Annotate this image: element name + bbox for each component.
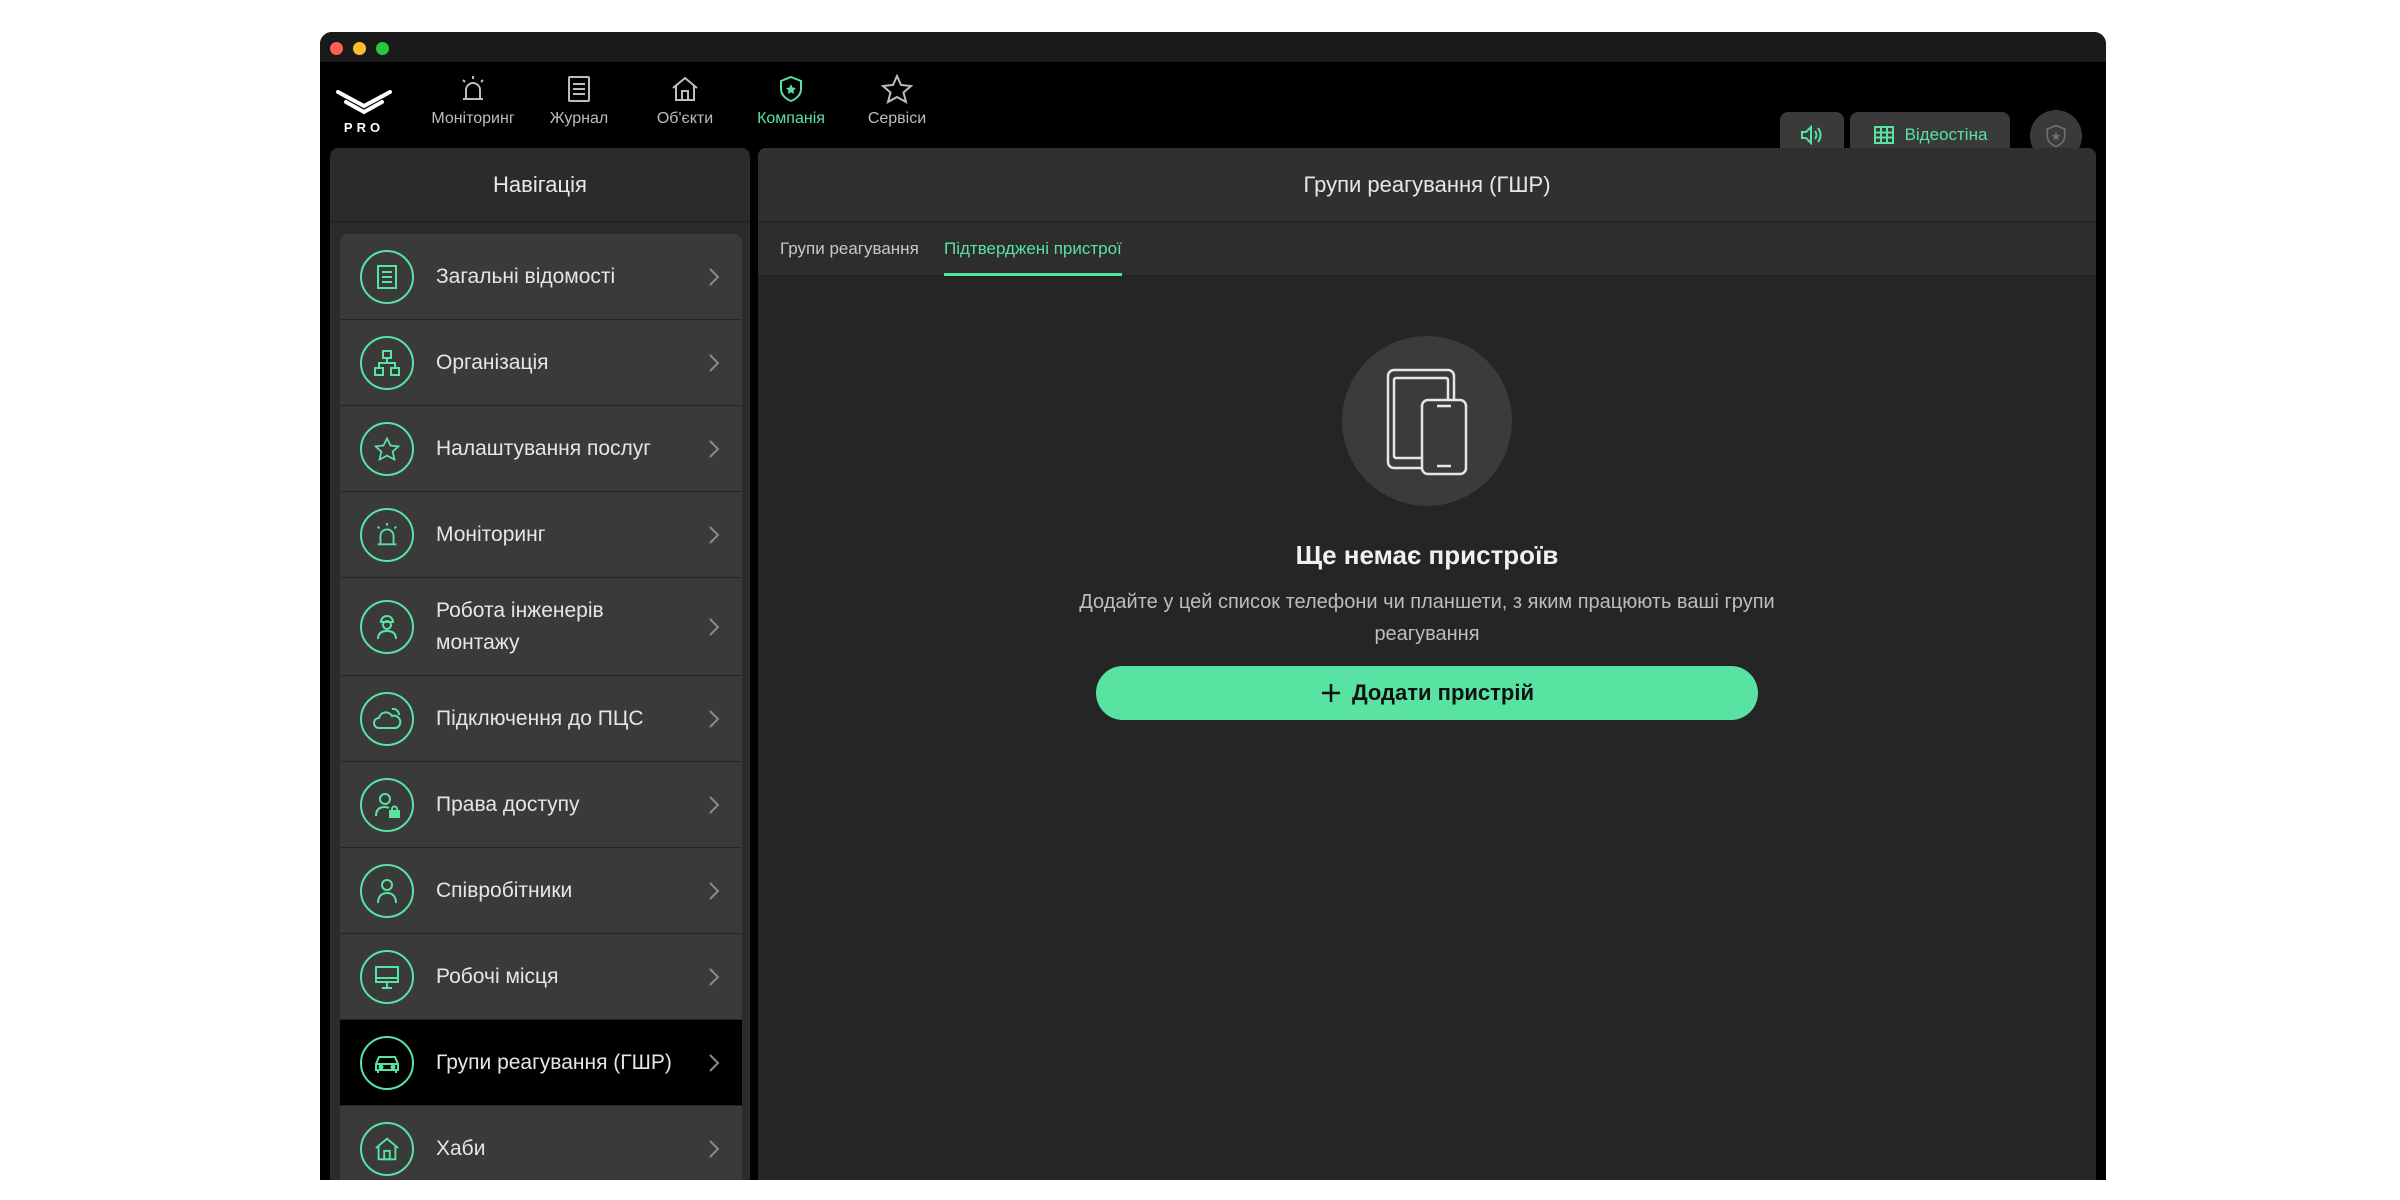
menu-item-label: Робота інженерів монтажу (436, 598, 604, 654)
app-logo: PRO (332, 84, 396, 140)
chevron-right-icon (709, 1053, 720, 1072)
nav-objects[interactable]: Об'єкти (632, 74, 738, 136)
cloud-icon (373, 707, 402, 729)
star-icon (881, 74, 913, 104)
tab-response-groups[interactable]: Групи реагування (780, 222, 919, 276)
menu-item-access-rights[interactable]: Права доступу (340, 762, 742, 848)
chevron-right-icon (709, 525, 720, 544)
chevron-right-icon (709, 709, 720, 728)
nav-company[interactable]: Компанія (738, 74, 844, 136)
maximize-window-button[interactable] (376, 42, 389, 55)
org-chart-icon (374, 349, 400, 376)
car-icon (375, 1055, 399, 1073)
menu-item-label: Групи реагування (ГШР) (436, 1050, 672, 1074)
chevron-right-icon (709, 881, 720, 900)
menu-item-label: Права доступу (436, 792, 580, 816)
navigation-panel: Навігація Загальні відомості Організація… (330, 148, 750, 1180)
logo-icon (336, 90, 392, 115)
menu-item-label: Організація (436, 350, 549, 374)
shield-star-icon (780, 75, 802, 103)
nav-services[interactable]: Сервіси (844, 74, 950, 136)
menu-item-pcs-connection[interactable]: Підключення до ПЦС (340, 676, 742, 762)
empty-state-description: Додайте у цей список телефони чи планшет… (1079, 591, 1775, 645)
plus-icon (1321, 684, 1340, 702)
title-bar (320, 32, 2106, 62)
chevron-right-icon (709, 795, 720, 814)
menu-item-installers[interactable]: Робота інженерів монтажу (340, 578, 742, 676)
menu-item-label: Моніторинг (436, 522, 546, 546)
close-window-button[interactable] (330, 42, 343, 55)
top-navigation-bar: PRO Моніторинг Журнал Об'єкти Компанія С… (320, 62, 2106, 162)
nav-label: Журнал (549, 110, 609, 127)
grid-icon (1873, 126, 1894, 144)
menu-item-label: Загальні відомості (436, 264, 616, 288)
speaker-icon (1801, 124, 1822, 146)
chevron-right-icon (709, 1139, 720, 1158)
journal-icon (568, 76, 590, 102)
engineer-icon (377, 614, 397, 639)
house-icon (672, 76, 698, 101)
menu-item-label: Хаби (436, 1136, 486, 1160)
navigation-menu: Загальні відомості Організація Налаштува… (340, 234, 742, 1180)
nav-monitoring[interactable]: Моніторинг (420, 74, 526, 136)
hub-icon (375, 1137, 399, 1160)
menu-item-employees[interactable]: Співробітники (340, 848, 742, 934)
star-icon (373, 436, 401, 461)
menu-item-label: Підключення до ПЦС (436, 706, 644, 730)
alarm-icon (462, 76, 484, 100)
chevron-right-icon (709, 267, 720, 286)
nav-label: Об'єкти (656, 110, 714, 127)
alarm-icon (377, 522, 397, 545)
devices-icon (1386, 368, 1468, 476)
add-device-button[interactable]: Додати пристрій (1096, 666, 1758, 720)
video-wall-label: Відеостіна (1904, 125, 1988, 144)
document-icon (377, 264, 397, 289)
tab-bar: Групи реагування Підтверджені пристрої (758, 222, 2096, 276)
tab-confirmed-devices[interactable]: Підтверджені пристрої (944, 222, 1122, 276)
page-title: Групи реагування (ГШР) (758, 148, 2096, 222)
user-lock-icon (375, 792, 400, 818)
chevron-right-icon (709, 967, 720, 986)
chevron-right-icon (709, 617, 720, 636)
menu-item-general-info[interactable]: Загальні відомості (340, 234, 742, 320)
navigation-title: Навігація (330, 148, 750, 222)
menu-item-workplaces[interactable]: Робочі місця (340, 934, 742, 1020)
monitor-icon (375, 965, 399, 989)
chevron-right-icon (709, 439, 720, 458)
nav-label: Компанія (757, 110, 825, 127)
menu-item-response-groups[interactable]: Групи реагування (ГШР) (340, 1020, 742, 1106)
menu-item-label: Співробітники (436, 878, 573, 902)
minimize-window-button[interactable] (353, 42, 366, 55)
menu-item-service-settings[interactable]: Налаштування послуг (340, 406, 742, 492)
menu-item-label: Налаштування послуг (436, 436, 651, 460)
menu-item-hubs[interactable]: Хаби (340, 1106, 742, 1180)
nav-journal[interactable]: Журнал (526, 74, 632, 136)
logo-text: PRO (343, 120, 385, 135)
content-panel: Групи реагування (ГШР) Групи реагування … (758, 148, 2096, 1180)
menu-item-label: Робочі місця (436, 964, 559, 988)
chevron-right-icon (709, 353, 720, 372)
shield-star-icon (2046, 124, 2066, 148)
app-window: PRO Моніторинг Журнал Об'єкти Компанія С… (320, 32, 2106, 1180)
user-icon (377, 878, 397, 903)
empty-state-illustration (1342, 336, 1512, 506)
menu-item-organization[interactable]: Організація (340, 320, 742, 406)
nav-label: Сервіси (867, 110, 927, 127)
nav-label: Моніторинг (431, 110, 515, 127)
add-device-label: Додати пристрій (1351, 680, 1535, 705)
menu-item-monitoring[interactable]: Моніторинг (340, 492, 742, 578)
empty-state-title: Ще немає пристроїв (1295, 540, 1559, 570)
